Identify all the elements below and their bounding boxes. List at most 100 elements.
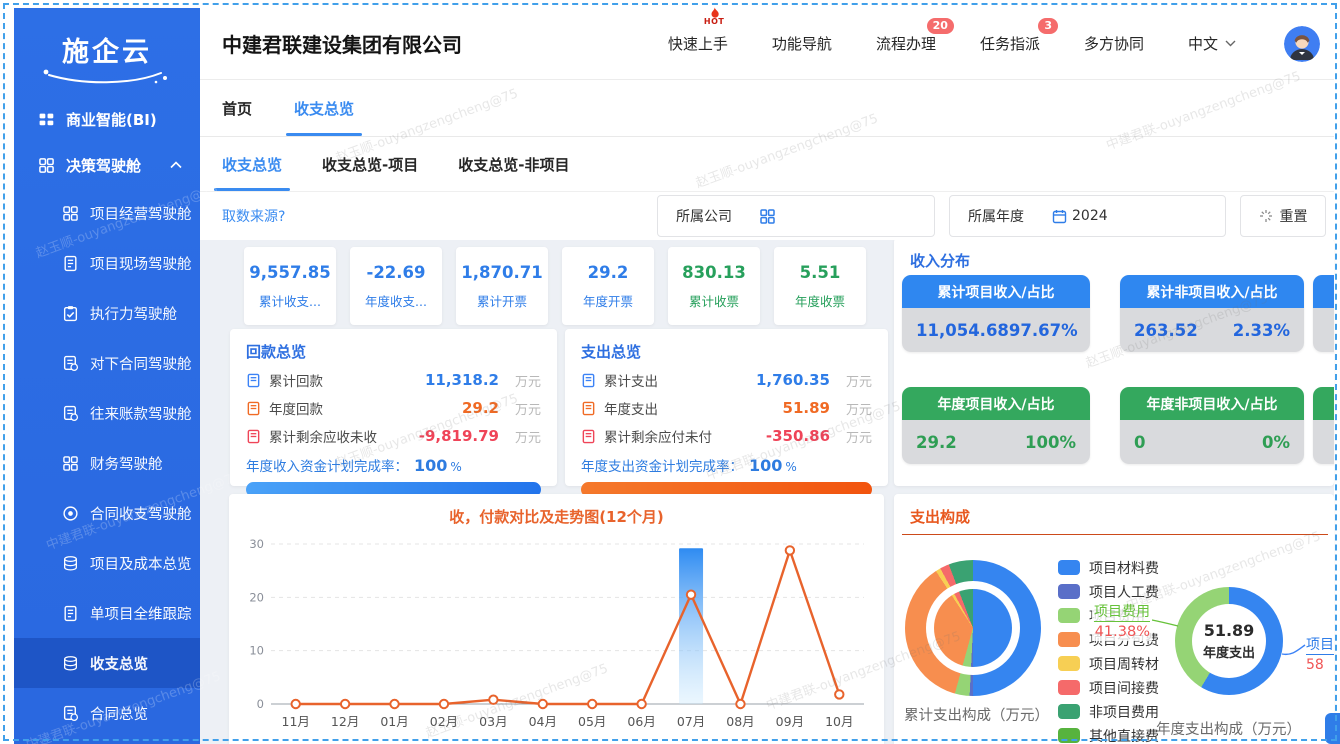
chevron-down-icon [1225, 40, 1236, 47]
data-source-link[interactable]: 取数来源? [222, 206, 285, 226]
sidebar-item-project-cost[interactable]: 项目及成本总览 [14, 538, 200, 588]
kpi-card-annual-invoiced: 29.2年度开票 [562, 247, 654, 325]
nav-multi-collaboration[interactable]: 多方协同 [1084, 33, 1144, 54]
user-avatar[interactable] [1284, 26, 1320, 62]
sidebar-item-single-project[interactable]: 单项目全维跟踪 [14, 588, 200, 638]
hot-label: HOT [704, 18, 724, 26]
svg-text:12月: 12月 [331, 714, 359, 729]
document-icon [62, 255, 79, 272]
sidebar: 施企云 商业智能(BI) 决策驾驶舱 项目经营驾驶舱 项目现场驾驶舱 执行力驾驶… [14, 8, 200, 744]
document-icon [581, 373, 596, 388]
svg-text:02月: 02月 [430, 714, 458, 729]
sidebar-item-income-expense-overview[interactable]: 收支总览 [14, 638, 200, 688]
sidebar-item-contract-overview[interactable]: 合同总览 [14, 688, 200, 738]
panel-divider [902, 534, 1328, 535]
kpi-card-annual-balance: -22.69年度收支... [350, 247, 442, 325]
nav-process-handling[interactable]: 流程办理 20 [876, 33, 936, 54]
filter-bar: 取数来源? 所属公司 所属年度 2024 重置 [200, 192, 1334, 240]
subtab-overview-nonproject[interactable]: 收支总览-非项目 [458, 137, 569, 191]
company-title: 中建君联建设集团有限公司 [222, 29, 462, 58]
tab-income-expense-overview[interactable]: 收支总览 [294, 80, 354, 136]
document-icon [62, 605, 79, 622]
side-widget-button[interactable] [1325, 713, 1340, 744]
legend-item[interactable]: 项目人工费 [1058, 584, 1159, 599]
sidebar-item-label: 项目及成本总览 [90, 553, 192, 574]
app-logo-text: 施企云 [62, 30, 152, 69]
svg-text:09月: 09月 [776, 714, 804, 729]
sidebar-item-project-site[interactable]: 项目现场驾驶舱 [14, 238, 200, 288]
document-icon [246, 429, 261, 444]
logo-swoosh-icon [43, 69, 171, 85]
clipboard-check-icon [62, 305, 79, 322]
hot-flag: HOT [704, 7, 724, 26]
stat-row: 累计剩余应付未付 -350.86 万元 [581, 426, 872, 446]
sidebar-item-execution[interactable]: 执行力驾驶舱 [14, 288, 200, 338]
panel-title: 回款总览 [246, 341, 541, 362]
sidebar-item-sub-contract[interactable]: 对下合同驾驶舱 [14, 338, 200, 388]
income-stat-card: 年度项目收入/占比 29.2100% [902, 387, 1090, 464]
language-switcher[interactable]: 中文 [1188, 33, 1236, 54]
kpi-card-cumulative-balance: 9,557.85累计收支... [244, 247, 336, 325]
svg-text:03月: 03月 [479, 714, 507, 729]
donut-center: 51.89 年度支出 [1192, 604, 1266, 678]
app-logo: 施企云 [14, 8, 200, 96]
nav-task-assign[interactable]: 任务指派 3 [980, 33, 1040, 54]
legend-swatch [1058, 728, 1080, 743]
sidebar-item-label: 单项目全维跟踪 [90, 603, 192, 624]
sidebar-item-label: 合同收支驾驶舱 [90, 503, 192, 524]
svg-text:04月: 04月 [529, 714, 557, 729]
legend-item[interactable]: 项目材料费 [1058, 560, 1159, 575]
sidebar-item-label: 决策驾驶舱 [66, 155, 141, 176]
plan-completion-line: 年度收入资金计划完成率： 100 % [246, 455, 541, 475]
cumulative-donut-label: 累计支出构成（万元） [899, 704, 1054, 725]
reset-button[interactable]: 重置 [1240, 195, 1326, 237]
income-stat-card-partial [1313, 275, 1334, 352]
kpi-card-annual-received-invoice: 5.51年度收票 [774, 247, 866, 325]
document-badge-icon [62, 405, 79, 422]
svg-text:01月: 01月 [380, 714, 408, 729]
subtab-overview-project[interactable]: 收支总览-项目 [322, 137, 418, 191]
donut-callout-right: 项目 58 [1306, 634, 1334, 673]
company-filter[interactable]: 所属公司 [657, 195, 935, 237]
document-badge-icon [62, 705, 79, 722]
top-header: 中建君联建设集团有限公司 HOT 快速上手 功能导航 流程办理 20 任务指派 … [200, 8, 1334, 80]
stat-row: 年度支出 51.89 万元 [581, 398, 872, 418]
legend-swatch [1058, 560, 1080, 575]
sidebar-item-accounts[interactable]: 往来账款驾驶舱 [14, 388, 200, 438]
legend-item[interactable]: 项目间接费 [1058, 680, 1159, 695]
sidebar-item-project-operation[interactable]: 项目经营驾驶舱 [14, 188, 200, 238]
document-icon [581, 401, 596, 416]
legend-item[interactable]: 项目周转材 [1058, 656, 1159, 671]
cumulative-expense-donut [905, 560, 1041, 696]
grid-icon [38, 111, 55, 128]
task-badge: 3 [1038, 18, 1058, 34]
sidebar-item-contract-income-expense[interactable]: 合同收支驾驶舱 [14, 488, 200, 538]
top-nav: HOT 快速上手 功能导航 流程办理 20 任务指派 3 多方协同 中文 [668, 26, 1320, 62]
nav-function-guide[interactable]: 功能导航 [772, 33, 832, 54]
target-icon [62, 505, 79, 522]
svg-text:10: 10 [249, 644, 264, 658]
stat-row: 累计回款 11,318.2 万元 [246, 370, 541, 390]
legend-swatch [1058, 704, 1080, 719]
nav-quick-start[interactable]: HOT 快速上手 [668, 33, 728, 54]
legend-item[interactable]: 非项目费用 [1058, 704, 1159, 719]
sub-tabs: 收支总览 收支总览-项目 收支总览-非项目 [200, 137, 1334, 192]
sidebar-item-label: 执行力驾驶舱 [90, 303, 177, 324]
sidebar-item-label: 商业智能(BI) [66, 109, 157, 130]
document-icon [581, 429, 596, 444]
legend-swatch [1058, 656, 1080, 671]
sidebar-item-finance[interactable]: 财务驾驶舱 [14, 438, 200, 488]
panel-title: 支出构成 [910, 506, 1334, 527]
trend-chart-panel: 收，付款对比及走势图(12个月) 010203011月12月01月02月03月0… [229, 494, 884, 744]
tab-home[interactable]: 首页 [222, 80, 252, 136]
year-filter[interactable]: 所属年度 2024 [949, 195, 1226, 237]
legend-swatch [1058, 632, 1080, 647]
coins-icon [62, 655, 79, 672]
panel-title: 支出总览 [581, 341, 872, 362]
kpi-card-cumulative-received-invoice: 830.13累计收票 [668, 247, 760, 325]
subtab-overview[interactable]: 收支总览 [222, 137, 282, 191]
sidebar-item-bi[interactable]: 商业智能(BI) [14, 96, 200, 142]
svg-text:11月: 11月 [282, 714, 310, 729]
sidebar-item-decision-cockpit[interactable]: 决策驾驶舱 [14, 142, 200, 188]
year-value: 2024 [1072, 208, 1108, 224]
